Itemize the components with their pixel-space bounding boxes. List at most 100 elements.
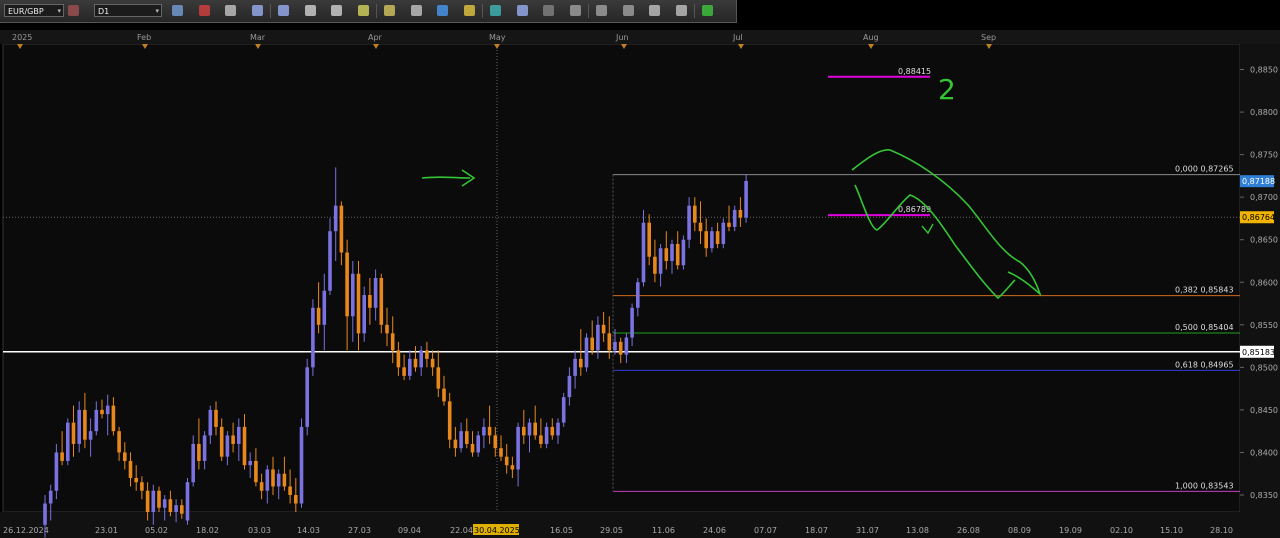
level-line-label: 0,88415 <box>898 67 931 76</box>
candle-body <box>487 426 492 436</box>
month-label: Aug <box>863 33 879 42</box>
candle-body <box>151 490 156 512</box>
candle-body <box>356 273 361 334</box>
candle-body <box>567 375 572 398</box>
candle-body <box>681 239 686 266</box>
candle-body <box>214 409 218 427</box>
candle-body <box>88 431 93 440</box>
candle-body <box>664 248 669 261</box>
candle-body <box>248 460 252 466</box>
candle-body <box>670 243 674 261</box>
candle-body <box>390 333 395 351</box>
candle-body <box>265 469 270 491</box>
candle-body <box>254 460 258 483</box>
price-tag-label: 0,86764 <box>1242 213 1275 222</box>
candle-body <box>630 307 634 338</box>
x-tick-label: 07.07 <box>754 526 777 535</box>
candle-body <box>504 456 509 466</box>
candle-body <box>351 273 355 317</box>
chart-grid <box>2 43 1241 513</box>
candle-body <box>385 324 389 334</box>
candle-body <box>197 443 201 461</box>
x-tick-label: 11.06 <box>652 526 675 535</box>
price-tag-label: 0,87188 <box>1242 177 1275 186</box>
candle-body <box>607 333 612 351</box>
candle-body <box>202 435 207 461</box>
y-tick-label: 0,8350 <box>1250 491 1278 500</box>
candle-body <box>510 465 515 470</box>
x-tick-label: 28.10 <box>1210 526 1233 535</box>
candle-body <box>180 505 184 514</box>
candle-body <box>442 388 446 402</box>
x-tick-label: 09.04 <box>398 526 421 535</box>
month-label: Feb <box>137 33 151 42</box>
candle-body <box>550 426 555 436</box>
candle-body <box>271 469 275 487</box>
candle-body <box>333 205 338 232</box>
fib-level-label: 0,000 0,87265 <box>1175 165 1234 174</box>
x-tick-label: 18.07 <box>805 526 828 535</box>
candle-body <box>174 505 178 512</box>
candle-body <box>687 205 691 240</box>
x-tick-label: 22.04 <box>450 526 473 535</box>
candle-body <box>276 473 281 487</box>
candle-body <box>658 248 663 274</box>
candle-body <box>430 358 435 368</box>
candle-body <box>305 367 309 427</box>
candle-body <box>282 473 287 487</box>
x-tick-label: 08.09 <box>1008 526 1031 535</box>
candle-body <box>208 409 213 436</box>
candle-body <box>145 490 150 512</box>
candle-body <box>584 337 589 368</box>
candle-body <box>373 278 378 308</box>
candle-body <box>368 295 372 308</box>
candle-body <box>231 435 235 444</box>
candle-body <box>345 252 349 317</box>
candle-body <box>396 350 401 368</box>
x-tick-label: 31.07 <box>856 526 879 535</box>
candle-body <box>379 278 384 325</box>
price-tag-label: 0,85183 <box>1242 348 1275 357</box>
candle-body <box>362 295 366 334</box>
candle-body <box>322 290 327 325</box>
candle-body <box>732 209 737 227</box>
candle-body <box>219 426 224 457</box>
candle-body <box>573 358 577 376</box>
candle-body <box>128 460 133 478</box>
candle-body <box>162 499 167 508</box>
candle-body <box>653 256 657 274</box>
x-tick-label: 18.02 <box>196 526 219 535</box>
candle-body <box>157 490 161 508</box>
candle-body <box>596 324 600 351</box>
y-tick-label: 0,8500 <box>1250 363 1278 372</box>
x-tick-label: 16.05 <box>550 526 573 535</box>
candle-body <box>618 341 623 355</box>
candle-body <box>727 222 731 227</box>
candle-body <box>698 222 703 232</box>
candle-body <box>100 409 104 415</box>
candle-body <box>225 435 230 457</box>
month-label: Sep <box>981 33 996 42</box>
plot-area <box>2 43 1241 513</box>
arrow-drawing <box>421 176 471 179</box>
candle-body <box>66 422 70 461</box>
price-chart[interactable]: 2025 Feb Mar Apr May Jun Jul Aug Sep 0,8850 0,8800… <box>0 0 1280 538</box>
candle-body <box>693 205 697 223</box>
candle-body <box>539 435 543 444</box>
candle-body <box>77 409 81 444</box>
x-cursor-label: 30.04.2025 <box>474 526 520 535</box>
x-tick-label: 05.02 <box>145 526 168 535</box>
candle-body <box>105 405 110 415</box>
y-tick-label: 0,8850 <box>1250 66 1278 75</box>
month-label: Mar <box>250 33 266 42</box>
y-tick-label: 0,8650 <box>1250 236 1278 245</box>
candle-body <box>470 443 475 453</box>
candle-body <box>123 452 127 461</box>
candle-body <box>533 422 537 436</box>
month-label: 2025 <box>12 33 32 42</box>
date-axis-band <box>0 512 1280 538</box>
candle-body <box>140 482 144 491</box>
fib-level-label: 0,500 0,85404 <box>1175 323 1234 332</box>
x-tick-label: 03.03 <box>248 526 271 535</box>
candle-body <box>522 426 526 436</box>
